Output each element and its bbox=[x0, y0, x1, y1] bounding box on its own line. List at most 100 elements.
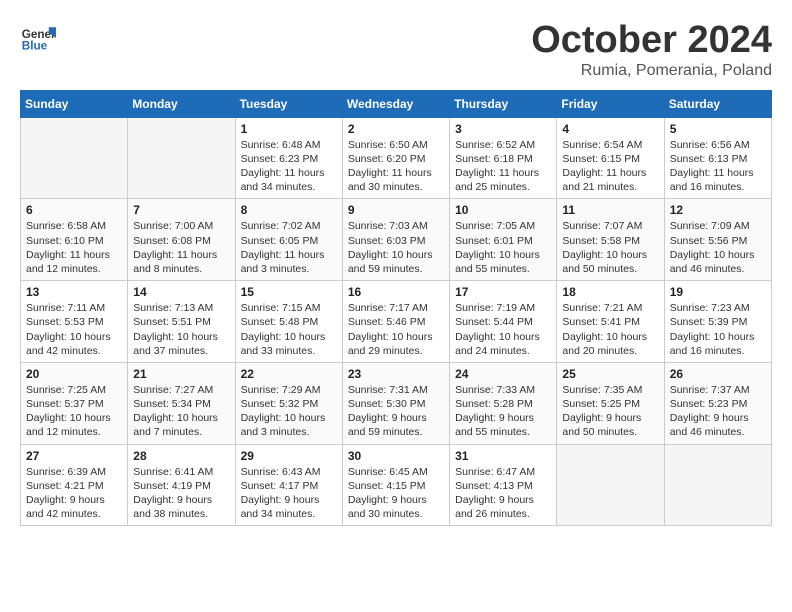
calendar-week-row: 1Sunrise: 6:48 AM Sunset: 6:23 PM Daylig… bbox=[21, 117, 772, 199]
calendar-week-row: 27 Sunrise: 6:39 AM Sunset: 4:21 PM Dayli… bbox=[21, 444, 772, 526]
day-info: Sunrise: 7:13 AM Sunset: 5:51 PM Dayligh… bbox=[133, 301, 229, 358]
day-number: 3 bbox=[455, 122, 551, 136]
calendar-day-cell: 11Sunrise: 7:07 AM Sunset: 5:58 PM Dayli… bbox=[557, 199, 664, 281]
day-info: Sunrise: 7:29 AM Sunset: 5:32 PM Dayligh… bbox=[241, 383, 337, 440]
day-number: 22 bbox=[241, 367, 337, 381]
calendar-day-cell bbox=[557, 444, 664, 526]
calendar-day-cell: 2Sunrise: 6:50 AM Sunset: 6:20 PM Daylig… bbox=[342, 117, 449, 199]
day-number: 18 bbox=[562, 285, 658, 299]
day-info: Sunrise: 7:02 AM Sunset: 6:05 PM Dayligh… bbox=[241, 219, 337, 276]
day-number: 4 bbox=[562, 122, 658, 136]
calendar-day-cell: 5 Sunrise: 6:56 AM Sunset: 6:13 PM Daylig… bbox=[664, 117, 771, 199]
day-number: 12 bbox=[670, 203, 766, 217]
day-number: 29 bbox=[241, 449, 337, 463]
month-title: October 2024 bbox=[531, 20, 772, 62]
calendar-day-cell bbox=[664, 444, 771, 526]
day-info: Sunrise: 6:47 AM Sunset: 4:13 PM Dayligh… bbox=[455, 465, 551, 522]
calendar-day-cell: 10 Sunrise: 7:05 AM Sunset: 6:01 PM Dayli… bbox=[450, 199, 557, 281]
day-number: 5 bbox=[670, 122, 766, 136]
day-info: Sunrise: 7:05 AM Sunset: 6:01 PM Dayligh… bbox=[455, 219, 551, 276]
calendar-day-cell: 25 Sunrise: 7:35 AM Sunset: 5:25 PM Dayli… bbox=[557, 362, 664, 444]
day-number: 25 bbox=[562, 367, 658, 381]
day-number: 24 bbox=[455, 367, 551, 381]
day-info: Sunrise: 7:09 AM Sunset: 5:56 PM Dayligh… bbox=[670, 219, 766, 276]
calendar-day-cell: 6 Sunrise: 6:58 AM Sunset: 6:10 PM Daylig… bbox=[21, 199, 128, 281]
day-info: Sunrise: 7:27 AM Sunset: 5:34 PM Dayligh… bbox=[133, 383, 229, 440]
calendar-week-row: 20Sunrise: 7:25 AM Sunset: 5:37 PM Dayli… bbox=[21, 362, 772, 444]
day-info: Sunrise: 7:37 AM Sunset: 5:23 PM Dayligh… bbox=[670, 383, 766, 440]
logo: General Blue bbox=[20, 20, 58, 56]
calendar-day-cell: 18 Sunrise: 7:21 AM Sunset: 5:41 PM Dayli… bbox=[557, 281, 664, 363]
day-info: Sunrise: 7:25 AM Sunset: 5:37 PM Dayligh… bbox=[26, 383, 122, 440]
day-info: Sunrise: 7:19 AM Sunset: 5:44 PM Dayligh… bbox=[455, 301, 551, 358]
calendar-day-cell bbox=[21, 117, 128, 199]
day-info: Sunrise: 6:50 AM Sunset: 6:20 PM Dayligh… bbox=[348, 138, 444, 195]
calendar-body: 1Sunrise: 6:48 AM Sunset: 6:23 PM Daylig… bbox=[21, 117, 772, 525]
logo-icon: General Blue bbox=[20, 20, 56, 56]
calendar-day-cell: 28 Sunrise: 6:41 AM Sunset: 4:19 PM Dayli… bbox=[128, 444, 235, 526]
day-number: 6 bbox=[26, 203, 122, 217]
calendar-day-cell: 14 Sunrise: 7:13 AM Sunset: 5:51 PM Dayli… bbox=[128, 281, 235, 363]
calendar-day-cell: 30Sunrise: 6:45 AM Sunset: 4:15 PM Dayli… bbox=[342, 444, 449, 526]
day-number: 14 bbox=[133, 285, 229, 299]
day-number: 10 bbox=[455, 203, 551, 217]
day-info: Sunrise: 7:17 AM Sunset: 5:46 PM Dayligh… bbox=[348, 301, 444, 358]
location-subtitle: Rumia, Pomerania, Poland bbox=[531, 62, 772, 80]
day-info: Sunrise: 6:58 AM Sunset: 6:10 PM Dayligh… bbox=[26, 219, 122, 276]
calendar-day-cell: 12 Sunrise: 7:09 AM Sunset: 5:56 PM Dayli… bbox=[664, 199, 771, 281]
calendar-day-cell: 7 Sunrise: 7:00 AM Sunset: 6:08 PM Daylig… bbox=[128, 199, 235, 281]
calendar-day-cell: 13 Sunrise: 7:11 AM Sunset: 5:53 PM Dayli… bbox=[21, 281, 128, 363]
day-info: Sunrise: 7:31 AM Sunset: 5:30 PM Dayligh… bbox=[348, 383, 444, 440]
calendar-week-row: 13 Sunrise: 7:11 AM Sunset: 5:53 PM Dayli… bbox=[21, 281, 772, 363]
calendar-day-cell: 27 Sunrise: 6:39 AM Sunset: 4:21 PM Dayli… bbox=[21, 444, 128, 526]
weekday-header-cell: Saturday bbox=[664, 90, 771, 117]
day-info: Sunrise: 7:35 AM Sunset: 5:25 PM Dayligh… bbox=[562, 383, 658, 440]
day-number: 26 bbox=[670, 367, 766, 381]
day-info: Sunrise: 7:11 AM Sunset: 5:53 PM Dayligh… bbox=[26, 301, 122, 358]
svg-text:Blue: Blue bbox=[22, 40, 48, 53]
weekday-header-cell: Thursday bbox=[450, 90, 557, 117]
day-number: 7 bbox=[133, 203, 229, 217]
day-number: 17 bbox=[455, 285, 551, 299]
day-info: Sunrise: 7:00 AM Sunset: 6:08 PM Dayligh… bbox=[133, 219, 229, 276]
calendar-day-cell: 9 Sunrise: 7:03 AM Sunset: 6:03 PM Daylig… bbox=[342, 199, 449, 281]
calendar-day-cell: 4Sunrise: 6:54 AM Sunset: 6:15 PM Daylig… bbox=[557, 117, 664, 199]
day-info: Sunrise: 7:23 AM Sunset: 5:39 PM Dayligh… bbox=[670, 301, 766, 358]
day-number: 28 bbox=[133, 449, 229, 463]
day-info: Sunrise: 7:21 AM Sunset: 5:41 PM Dayligh… bbox=[562, 301, 658, 358]
day-info: Sunrise: 6:43 AM Sunset: 4:17 PM Dayligh… bbox=[241, 465, 337, 522]
weekday-header-row: SundayMondayTuesdayWednesdayThursdayFrid… bbox=[21, 90, 772, 117]
day-number: 13 bbox=[26, 285, 122, 299]
calendar-day-cell: 3 Sunrise: 6:52 AM Sunset: 6:18 PM Daylig… bbox=[450, 117, 557, 199]
weekday-header-cell: Tuesday bbox=[235, 90, 342, 117]
weekday-header-cell: Sunday bbox=[21, 90, 128, 117]
day-number: 8 bbox=[241, 203, 337, 217]
calendar-day-cell: 8 Sunrise: 7:02 AM Sunset: 6:05 PM Daylig… bbox=[235, 199, 342, 281]
day-info: Sunrise: 7:07 AM Sunset: 5:58 PM Dayligh… bbox=[562, 219, 658, 276]
day-number: 31 bbox=[455, 449, 551, 463]
calendar-day-cell: 22 Sunrise: 7:29 AM Sunset: 5:32 PM Dayli… bbox=[235, 362, 342, 444]
calendar-day-cell bbox=[128, 117, 235, 199]
day-info: Sunrise: 6:45 AM Sunset: 4:15 PM Dayligh… bbox=[348, 465, 444, 522]
calendar-day-cell: 1Sunrise: 6:48 AM Sunset: 6:23 PM Daylig… bbox=[235, 117, 342, 199]
day-info: Sunrise: 6:39 AM Sunset: 4:21 PM Dayligh… bbox=[26, 465, 122, 522]
day-number: 9 bbox=[348, 203, 444, 217]
calendar-day-cell: 20Sunrise: 7:25 AM Sunset: 5:37 PM Dayli… bbox=[21, 362, 128, 444]
day-info: Sunrise: 6:41 AM Sunset: 4:19 PM Dayligh… bbox=[133, 465, 229, 522]
calendar-day-cell: 15Sunrise: 7:15 AM Sunset: 5:48 PM Dayli… bbox=[235, 281, 342, 363]
day-number: 16 bbox=[348, 285, 444, 299]
calendar-day-cell: 17 Sunrise: 7:19 AM Sunset: 5:44 PM Dayli… bbox=[450, 281, 557, 363]
day-info: Sunrise: 6:52 AM Sunset: 6:18 PM Dayligh… bbox=[455, 138, 551, 195]
day-number: 23 bbox=[348, 367, 444, 381]
day-number: 19 bbox=[670, 285, 766, 299]
day-number: 21 bbox=[133, 367, 229, 381]
calendar-day-cell: 26 Sunrise: 7:37 AM Sunset: 5:23 PM Dayli… bbox=[664, 362, 771, 444]
calendar-day-cell: 29 Sunrise: 6:43 AM Sunset: 4:17 PM Dayli… bbox=[235, 444, 342, 526]
day-info: Sunrise: 6:56 AM Sunset: 6:13 PM Dayligh… bbox=[670, 138, 766, 195]
day-info: Sunrise: 7:15 AM Sunset: 5:48 PM Dayligh… bbox=[241, 301, 337, 358]
day-number: 27 bbox=[26, 449, 122, 463]
page-header: General Blue October 2024 Rumia, Pomeran… bbox=[20, 20, 772, 80]
calendar-day-cell: 19 Sunrise: 7:23 AM Sunset: 5:39 PM Dayli… bbox=[664, 281, 771, 363]
day-info: Sunrise: 7:03 AM Sunset: 6:03 PM Dayligh… bbox=[348, 219, 444, 276]
calendar-day-cell: 21 Sunrise: 7:27 AM Sunset: 5:34 PM Dayli… bbox=[128, 362, 235, 444]
